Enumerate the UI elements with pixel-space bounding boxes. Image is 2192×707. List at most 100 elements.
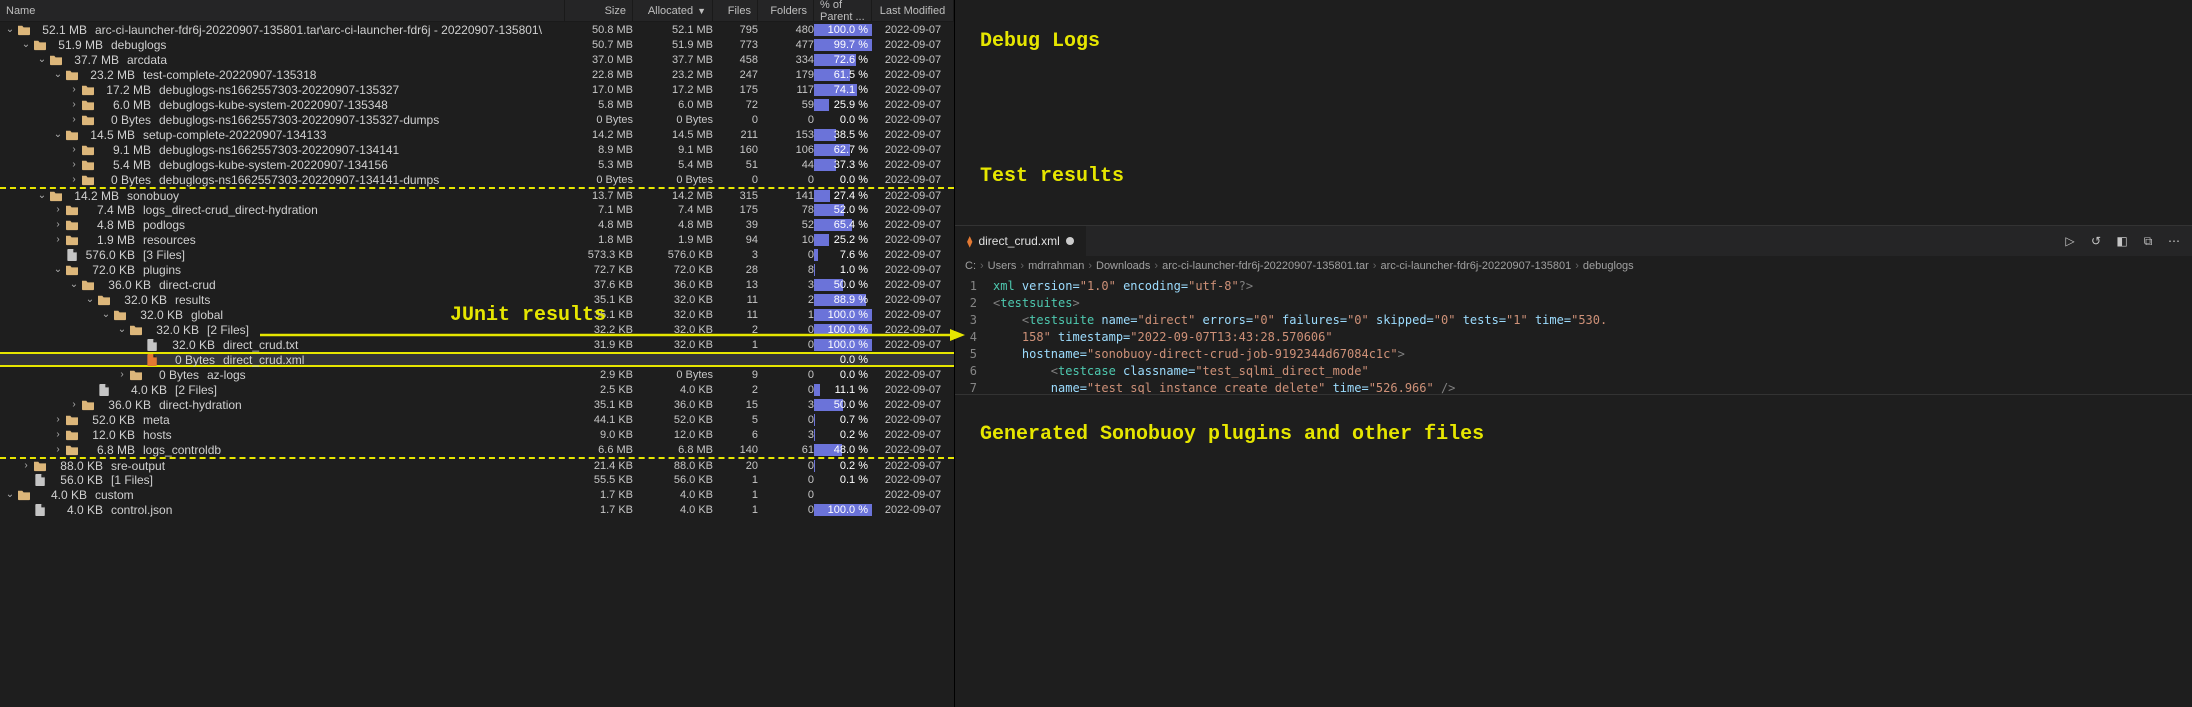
table-row[interactable]: ›4.8 MBpodlogs4.8 MB4.8 MB395265.4 %2022… [0,217,954,232]
expand-icon[interactable]: › [68,84,80,95]
name-cell[interactable]: 4.0 KBcontrol.json [0,503,565,517]
table-row[interactable]: ›6.8 MBlogs_controldb6.6 MB6.8 MB1406148… [0,442,954,457]
name-cell[interactable]: 56.0 KB[1 Files] [0,473,565,487]
table-row[interactable]: ›36.0 KBdirect-hydration35.1 KB36.0 KB15… [0,397,954,412]
col-last-modified[interactable]: Last Modified [872,0,954,21]
name-cell[interactable]: ›17.2 MBdebuglogs-ns1662557303-20220907-… [0,83,565,97]
name-cell[interactable]: ›1.9 MBresources [0,233,565,247]
expand-icon[interactable]: ⌄ [68,279,80,290]
expand-icon[interactable]: ⌄ [4,489,16,500]
name-cell[interactable]: ›7.4 MBlogs_direct-crud_direct-hydration [0,203,565,217]
name-cell[interactable]: ›6.8 MBlogs_controldb [0,443,565,457]
name-cell[interactable]: ⌄32.0 KBresults [0,293,565,307]
table-row[interactable]: ⌄4.0 KBcustom1.7 KB4.0 KB102022-09-07 [0,487,954,502]
expand-icon[interactable]: › [20,460,32,471]
name-cell[interactable]: ⌄4.0 KBcustom [0,488,565,502]
table-row[interactable]: ⌄23.2 MBtest-complete-20220907-13531822.… [0,67,954,82]
table-row[interactable]: ⌄32.0 KBresults35.1 KB32.0 KB11288.9 %20… [0,292,954,307]
split-icon[interactable]: ⧉ [2140,233,2156,249]
name-cell[interactable]: ›4.8 MBpodlogs [0,218,565,232]
table-row[interactable]: ›0 Bytesdebuglogs-ns1662557303-20220907-… [0,112,954,127]
expand-icon[interactable]: ⌄ [36,54,48,65]
expand-icon[interactable]: › [68,159,80,170]
name-cell[interactable]: ›36.0 KBdirect-hydration [0,398,565,412]
name-cell[interactable]: 0 Bytesdirect_crud.xml [0,353,565,367]
diff-icon[interactable]: ◧ [2114,233,2130,249]
table-row[interactable]: 0 Bytesdirect_crud.xml0.0 % [0,352,954,367]
name-cell[interactable]: 32.0 KBdirect_crud.txt [0,338,565,352]
expand-icon[interactable]: › [68,144,80,155]
breadcrumb-item[interactable]: arc-ci-launcher-fdr6j-20220907-135801 [1380,260,1571,272]
expand-icon[interactable]: › [68,174,80,185]
col-files[interactable]: Files [713,0,758,21]
table-row[interactable]: ›5.4 MBdebuglogs-kube-system-20220907-13… [0,157,954,172]
name-cell[interactable]: ›0 Bytesdebuglogs-ns1662557303-20220907-… [0,113,565,127]
editor-code[interactable]: 1234567 xml version="1.0" encoding="utf-… [955,276,2192,394]
name-cell[interactable]: ⌄37.7 MBarcdata [0,53,565,67]
editor-lines[interactable]: xml version="1.0" encoding="utf-8"?> <te… [987,276,2192,394]
name-cell[interactable]: ⌄52.1 MB arc-ci-launcher-fdr6j-20220907-… [0,23,565,37]
table-row[interactable]: ⌄72.0 KBplugins72.7 KB72.0 KB2881.0 %202… [0,262,954,277]
name-cell[interactable]: ⌄51.9 MBdebuglogs [0,38,565,52]
name-cell[interactable]: ›88.0 KBsre-output [0,459,565,473]
name-cell[interactable]: ⌄14.5 MBsetup-complete-20220907-134133 [0,128,565,142]
table-row[interactable]: ›52.0 KBmeta44.1 KB52.0 KB500.7 %2022-09… [0,412,954,427]
name-cell[interactable]: ›6.0 MBdebuglogs-kube-system-20220907-13… [0,98,565,112]
expand-icon[interactable]: ⌄ [84,294,96,305]
name-cell[interactable]: ›12.0 KBhosts [0,428,565,442]
breadcrumb-item[interactable]: arc-ci-launcher-fdr6j-20220907-135801.ta… [1162,260,1369,272]
expand-icon[interactable]: ⌄ [52,264,64,275]
expand-icon[interactable]: › [52,204,64,215]
history-icon[interactable]: ↺ [2088,233,2104,249]
table-row[interactable]: ⌄32.0 KB[2 Files]32.2 KB32.0 KB20100.0 %… [0,322,954,337]
table-row[interactable]: 4.0 KBcontrol.json1.7 KB4.0 KB10100.0 %2… [0,502,954,517]
table-row[interactable]: ›88.0 KBsre-output21.4 KB88.0 KB2000.2 %… [0,457,954,472]
breadcrumb-item[interactable]: debuglogs [1583,260,1634,272]
table-row[interactable]: ›9.1 MBdebuglogs-ns1662557303-20220907-1… [0,142,954,157]
expand-icon[interactable]: ⌄ [116,324,128,335]
name-cell[interactable]: ›52.0 KBmeta [0,413,565,427]
more-icon[interactable]: ⋯ [2166,233,2182,249]
table-row[interactable]: ⌄14.2 MBsonobuoy13.7 MB14.2 MB31514127.4… [0,187,954,202]
table-row[interactable]: ›12.0 KBhosts9.0 KB12.0 KB630.2 %2022-09… [0,427,954,442]
table-row[interactable]: ›17.2 MBdebuglogs-ns1662557303-20220907-… [0,82,954,97]
breadcrumb-item[interactable]: Downloads [1096,260,1150,272]
expand-icon[interactable]: › [68,114,80,125]
expand-icon[interactable]: › [68,399,80,410]
expand-icon[interactable]: › [52,414,64,425]
name-cell[interactable]: ⌄32.0 KB[2 Files] [0,323,565,337]
expand-icon[interactable]: › [52,234,64,245]
table-row[interactable]: ›1.9 MBresources1.8 MB1.9 MB941025.2 %20… [0,232,954,247]
table-row[interactable]: ›0 Bytesdebuglogs-ns1662557303-20220907-… [0,172,954,187]
tree-body[interactable]: ⌄52.1 MB arc-ci-launcher-fdr6j-20220907-… [0,22,954,707]
table-row[interactable]: 32.0 KBdirect_crud.txt31.9 KB32.0 KB1010… [0,337,954,352]
col-name[interactable]: Name [0,0,565,21]
expand-icon[interactable]: ⌄ [52,69,64,80]
name-cell[interactable]: ⌄36.0 KBdirect-crud [0,278,565,292]
name-cell[interactable]: ⌄23.2 MBtest-complete-20220907-135318 [0,68,565,82]
run-icon[interactable]: ▷ [2062,233,2078,249]
expand-icon[interactable]: ⌄ [100,309,112,320]
expand-icon[interactable]: › [68,99,80,110]
table-row[interactable]: 576.0 KB[3 Files]573.3 KB576.0 KB307.6 %… [0,247,954,262]
editor-breadcrumb[interactable]: C:›Users›mdrrahman›Downloads›arc-ci-laun… [955,256,2192,276]
col-percent[interactable]: % of Parent ... [814,0,872,21]
col-size[interactable]: Size [565,0,633,21]
expand-icon[interactable]: › [52,429,64,440]
breadcrumb-item[interactable]: mdrrahman [1028,260,1084,272]
expand-icon[interactable]: ⌄ [36,190,48,201]
table-row[interactable]: ⌄37.7 MBarcdata37.0 MB37.7 MB45833472.6 … [0,52,954,67]
name-cell[interactable]: ⌄72.0 KBplugins [0,263,565,277]
expand-icon[interactable]: ⌄ [20,39,32,50]
table-row[interactable]: ⌄14.5 MBsetup-complete-20220907-13413314… [0,127,954,142]
name-cell[interactable]: ⌄14.2 MBsonobuoy [0,189,565,203]
table-row[interactable]: ›0 Bytesaz-logs2.9 KB0 Bytes900.0 %2022-… [0,367,954,382]
name-cell[interactable]: ⌄32.0 KBglobal [0,308,565,322]
expand-icon[interactable]: ⌄ [52,129,64,140]
name-cell[interactable]: ›5.4 MBdebuglogs-kube-system-20220907-13… [0,158,565,172]
col-folders[interactable]: Folders [758,0,814,21]
expand-icon[interactable]: › [116,369,128,380]
name-cell[interactable]: ›9.1 MBdebuglogs-ns1662557303-20220907-1… [0,143,565,157]
table-row[interactable]: ⌄36.0 KBdirect-crud37.6 KB36.0 KB13350.0… [0,277,954,292]
table-row[interactable]: ⌄32.0 KBglobal35.1 KB32.0 KB111100.0 %20… [0,307,954,322]
